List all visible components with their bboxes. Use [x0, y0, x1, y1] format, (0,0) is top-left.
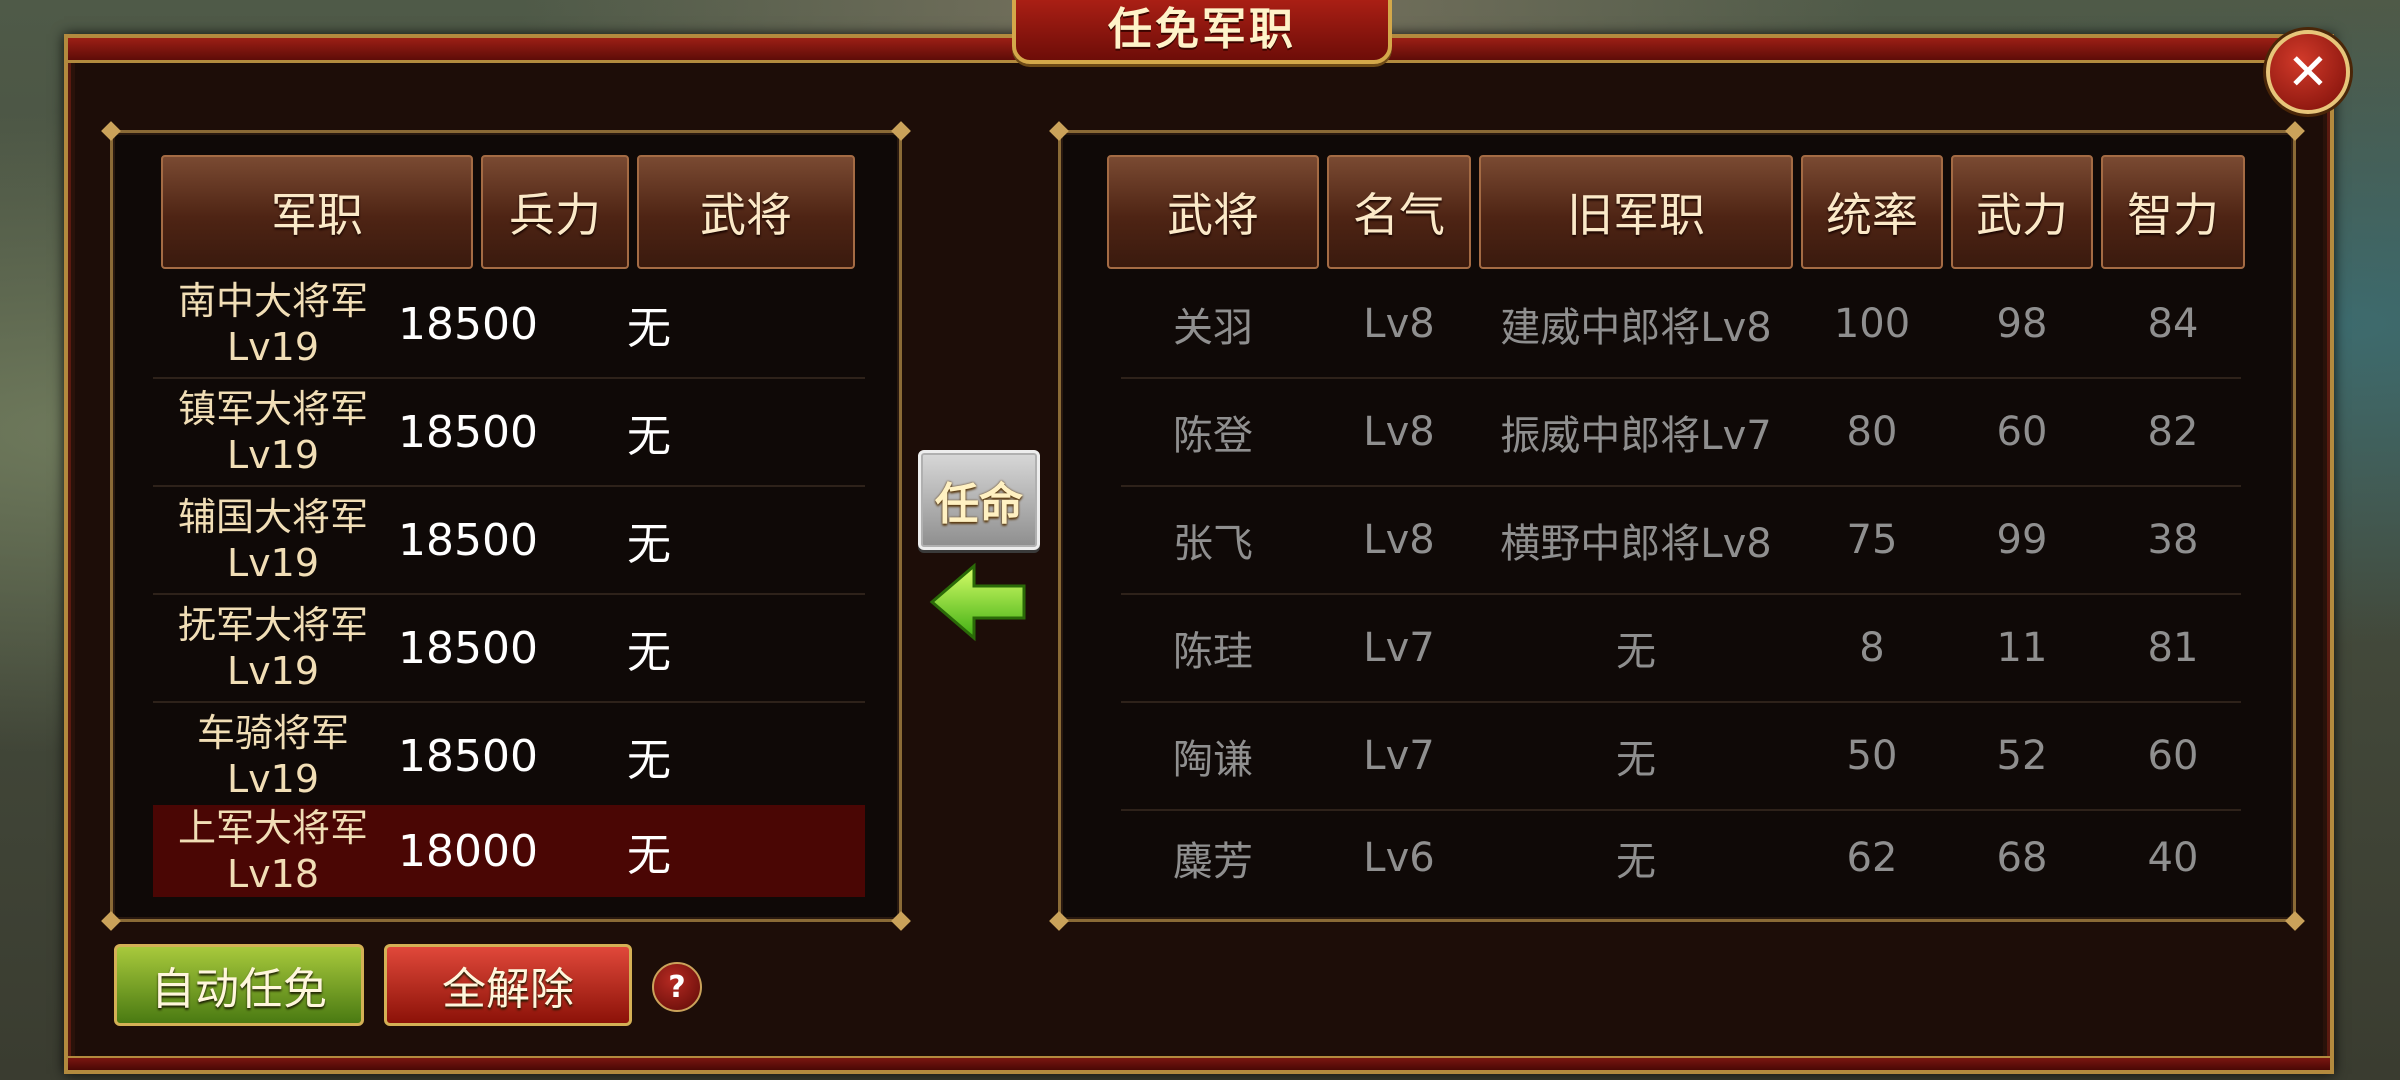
- rank-general: 无: [627, 519, 671, 570]
- rank-row[interactable]: 南中大将军 Lv19 18500 无: [153, 271, 865, 379]
- general-intellect: 60: [2147, 733, 2199, 779]
- general-force: 52: [1996, 733, 2048, 779]
- header-command: 统率: [1801, 155, 1943, 269]
- general-old-rank: 无: [1616, 737, 1656, 783]
- header-fame: 名气: [1327, 155, 1471, 269]
- general-fame: Lv8: [1363, 409, 1435, 455]
- rank-row[interactable]: 镇军大将军 Lv19 18500 无: [153, 379, 865, 487]
- header-troops: 兵力: [481, 155, 629, 269]
- header-general: 武将: [637, 155, 855, 269]
- general-list-panel: 武将 名气 旧军职 统率 武力 智力 关羽 Lv8 建威中郎将Lv8 100 9…: [1049, 121, 2305, 931]
- general-fame: Lv7: [1363, 733, 1435, 779]
- general-row[interactable]: 陈登 Lv8 振威中郎将Lv7 80 60 82: [1121, 379, 2241, 487]
- general-old-rank: 振威中郎将Lv7: [1500, 413, 1772, 459]
- rank-general: 无: [627, 627, 671, 678]
- rank-row-selected[interactable]: 上军大将军 Lv18 18000 无: [153, 805, 865, 897]
- rank-general: 无: [627, 735, 671, 786]
- help-icon[interactable]: ?: [652, 962, 702, 1012]
- rank-name: 南中大将军 Lv19: [177, 279, 368, 369]
- rank-name: 镇军大将军 Lv19: [177, 387, 368, 477]
- header-old-rank: 旧军职: [1479, 155, 1793, 269]
- general-row[interactable]: 张飞 Lv8 横野中郎将Lv8 75 99 38: [1121, 487, 2241, 595]
- general-row[interactable]: 关羽 Lv8 建威中郎将Lv8 100 98 84: [1121, 271, 2241, 379]
- auto-appoint-button[interactable]: 自动任免: [114, 944, 364, 1026]
- general-old-rank: 建威中郎将Lv8: [1500, 305, 1772, 351]
- general-force: 98: [1996, 301, 2048, 347]
- general-command: 100: [1833, 301, 1911, 347]
- general-force: 68: [1996, 835, 2048, 881]
- general-intellect: 38: [2147, 517, 2199, 563]
- rank-general: 无: [627, 411, 671, 462]
- general-force: 11: [1996, 625, 2048, 671]
- general-name: 关羽: [1173, 305, 1253, 351]
- general-command: 62: [1846, 835, 1898, 881]
- header-general: 武将: [1107, 155, 1319, 269]
- header-force: 武力: [1951, 155, 2093, 269]
- rank-general: 无: [627, 303, 671, 354]
- general-intellect: 40: [2147, 835, 2199, 881]
- general-row[interactable]: 陈珪 Lv7 无 8 11 81: [1121, 595, 2241, 703]
- rank-troops: 18500: [398, 514, 538, 566]
- dismiss-all-button[interactable]: 全解除: [384, 944, 632, 1026]
- general-name: 麋芳: [1173, 839, 1253, 885]
- rank-row[interactable]: 车骑将军Lv19 18500 无: [153, 703, 865, 811]
- general-intellect: 81: [2147, 625, 2199, 671]
- general-intellect: 84: [2147, 301, 2199, 347]
- general-command: 75: [1846, 517, 1898, 563]
- general-name: 张飞: [1173, 521, 1253, 567]
- general-command: 80: [1846, 409, 1898, 455]
- general-intellect: 82: [2147, 409, 2199, 455]
- general-old-rank: 横野中郎将Lv8: [1500, 521, 1772, 567]
- general-fame: Lv6: [1363, 835, 1435, 881]
- general-fame: Lv8: [1363, 301, 1435, 347]
- rank-name: 抚军大将军 Lv19: [177, 603, 368, 693]
- arrow-left-icon: [929, 562, 1026, 642]
- close-icon: ✕: [2287, 43, 2329, 101]
- header-rank: 军职: [161, 155, 473, 269]
- general-name: 陈珪: [1173, 629, 1253, 675]
- rank-name: 车骑将军Lv19: [196, 711, 349, 801]
- rank-general: 无: [627, 830, 671, 881]
- rank-troops: 18500: [398, 406, 538, 458]
- general-name: 陈登: [1173, 413, 1253, 459]
- rank-troops: 18500: [398, 298, 538, 350]
- general-command: 8: [1859, 625, 1885, 671]
- dialog-bottom-band: [68, 1056, 2330, 1070]
- general-fame: Lv7: [1363, 625, 1435, 671]
- close-button[interactable]: ✕: [2266, 30, 2350, 114]
- general-row[interactable]: 陶谦 Lv7 无 50 52 60: [1121, 703, 2241, 811]
- rank-name: 上军大将军 Lv18: [177, 806, 368, 896]
- rank-name: 辅国大将军 Lv19: [177, 495, 368, 585]
- general-old-rank: 无: [1616, 839, 1656, 885]
- rank-row[interactable]: 辅国大将军 Lv19 18500 无: [153, 487, 865, 595]
- general-command: 50: [1846, 733, 1898, 779]
- appoint-button[interactable]: 任命: [918, 450, 1040, 550]
- general-force: 60: [1996, 409, 2048, 455]
- general-name: 陶谦: [1173, 737, 1253, 783]
- title-plate: 任免军职: [1012, 0, 1392, 64]
- header-intellect: 智力: [2101, 155, 2245, 269]
- rank-list-panel: 军职 兵力 武将 南中大将军 Lv19 18500 无 镇军大将军 Lv19 185…: [101, 121, 911, 931]
- rank-troops: 18000: [398, 825, 538, 877]
- general-fame: Lv8: [1363, 517, 1435, 563]
- general-row[interactable]: 麋芳 Lv6 无 62 68 40: [1121, 805, 2241, 901]
- general-old-rank: 无: [1616, 629, 1656, 675]
- general-force: 99: [1996, 517, 2048, 563]
- rank-troops: 18500: [398, 622, 538, 674]
- dialog-title: 任免军职: [1108, 4, 1296, 55]
- rank-row[interactable]: 抚军大将军 Lv19 18500 无: [153, 595, 865, 703]
- rank-troops: 18500: [398, 730, 538, 782]
